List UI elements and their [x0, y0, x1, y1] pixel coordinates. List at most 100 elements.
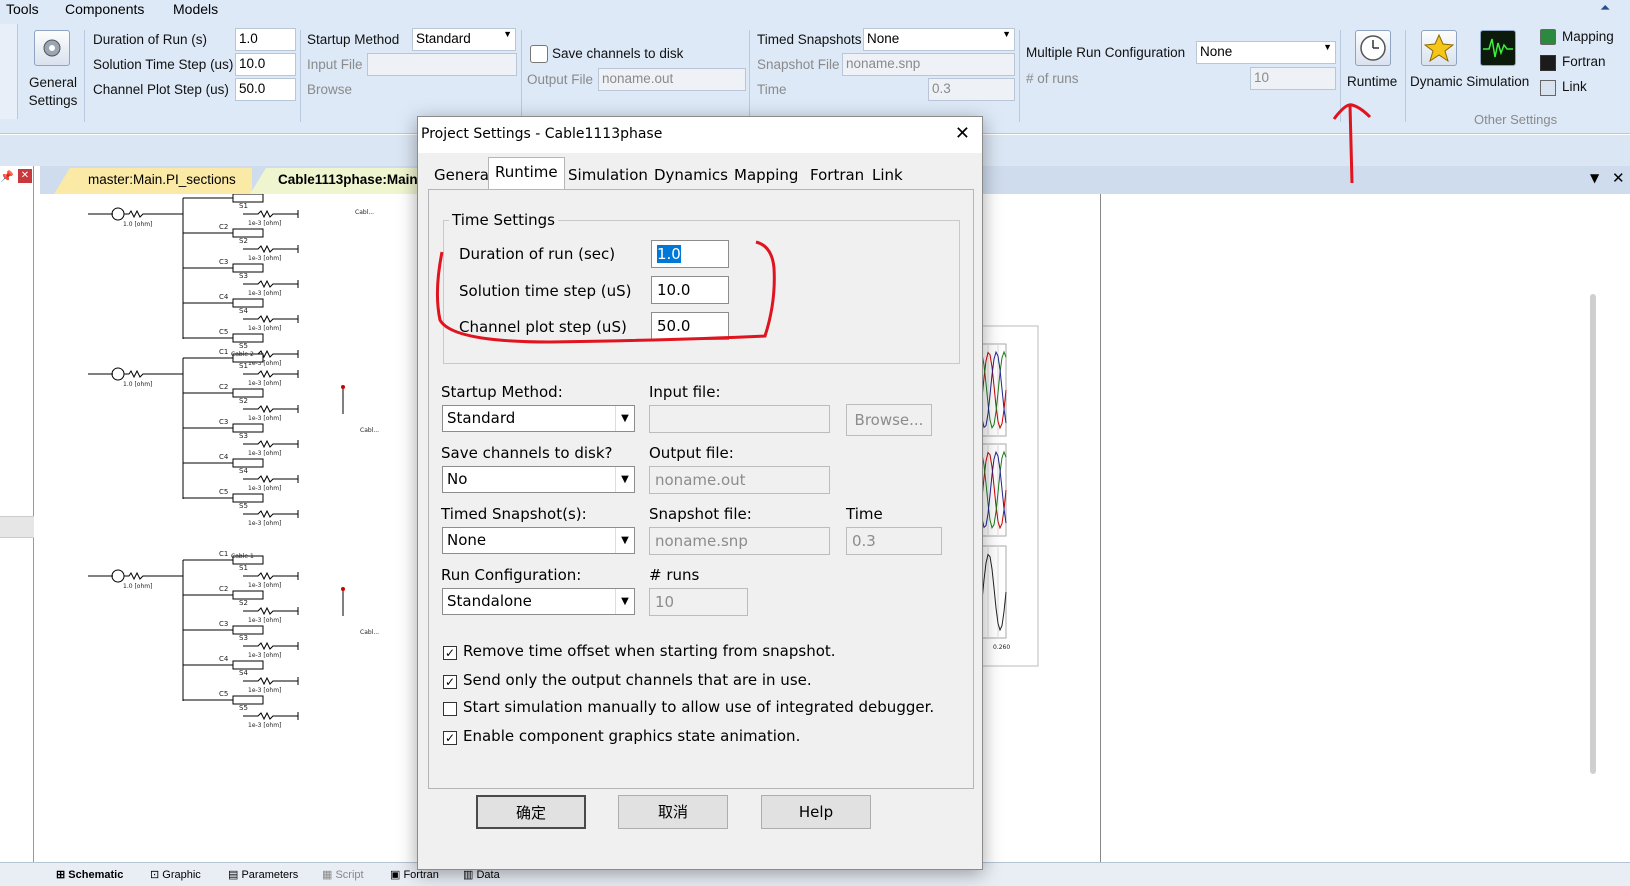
load-resistor	[243, 209, 298, 219]
ribbon-multi-run-select[interactable]: None ▼	[1196, 41, 1336, 64]
load-resistor	[243, 509, 298, 519]
star-icon[interactable]	[1421, 30, 1457, 66]
tab-dynamics[interactable]: Dynamics	[648, 161, 734, 189]
cable-terminal	[232, 263, 264, 273]
close-icon[interactable]: ✕	[955, 123, 970, 144]
mapping-icon	[1540, 29, 1556, 45]
chevron-down-icon: ▼	[1323, 42, 1332, 52]
dynamic-simulation-button[interactable]: Dynamic Simulation	[1410, 74, 1529, 89]
load-resistor	[243, 676, 298, 686]
doc-tab-master[interactable]: master:Main.PI_sections	[54, 168, 252, 194]
cancel-button[interactable]: 取消	[618, 795, 728, 829]
input-file-input	[649, 405, 830, 433]
source-resistor	[124, 209, 183, 219]
chevron-down-icon: ▼	[1002, 29, 1011, 39]
tab-simulation[interactable]: Simulation	[562, 161, 654, 189]
conductor-label: C3	[219, 258, 228, 266]
conductor-label: C5	[219, 690, 228, 698]
source-resistor	[124, 571, 183, 581]
ribbon-timed-snapshots-select[interactable]: None ▼	[863, 28, 1015, 51]
startup-method-select[interactable]: Standard ▼	[442, 405, 635, 432]
save-channels-label: Save channels to disk?	[441, 444, 613, 462]
conductor-label: C2	[219, 383, 228, 391]
tab-close-icon[interactable]: ✕	[1612, 169, 1625, 187]
chevron-down-icon: ▼	[615, 589, 634, 614]
tab-mapping[interactable]: Mapping	[728, 161, 804, 189]
ribbon-snapshot-file-input: noname.snp	[842, 53, 1015, 76]
scrollbar-thumb[interactable]	[1590, 294, 1596, 774]
view-tab-schematic[interactable]: ⊞ Schematic	[56, 868, 123, 881]
view-tab-graphic[interactable]: ⊡ Graphic	[150, 868, 201, 881]
close-icon[interactable]: ✕	[18, 169, 32, 183]
ribbon-time-input: 0.3	[928, 78, 1015, 101]
snapshot-file-label: Snapshot file:	[649, 505, 752, 523]
load-label: 1e-3 [ohm]	[248, 687, 281, 694]
load-label: 1e-3 [ohm]	[248, 220, 281, 227]
help-button[interactable]: Help	[761, 795, 871, 829]
ribbon-timestep-input[interactable]: 10.0	[235, 53, 296, 76]
checkbox-send-channels[interactable]: ✓	[443, 675, 457, 689]
pin-icon[interactable]: 📌	[0, 170, 14, 183]
load-label: 1e-3 [ohm]	[248, 722, 281, 729]
checkbox-graphics-animation[interactable]: ✓	[443, 731, 457, 745]
tab-runtime[interactable]: Runtime	[488, 157, 565, 190]
menu-models[interactable]: Models	[173, 1, 218, 17]
runtime-button[interactable]: Runtime	[1347, 74, 1397, 89]
general-settings-button[interactable]: General Settings	[28, 74, 78, 110]
ribbon-save-channels-checkbox[interactable]	[530, 45, 548, 63]
view-tab-parameters[interactable]: ▤ Parameters	[228, 868, 298, 881]
conductor-label: C3	[219, 418, 228, 426]
snapshot-file-input: noname.snp	[649, 527, 830, 555]
tab-link[interactable]: Link	[866, 161, 909, 189]
link-button[interactable]: Link	[1562, 79, 1587, 94]
fortran-button[interactable]: Fortran	[1562, 54, 1606, 69]
waveform-icon[interactable]	[1480, 30, 1516, 66]
gear-icon[interactable]	[34, 30, 70, 66]
conductor-label: C5	[219, 488, 228, 496]
cable-terminal	[232, 298, 264, 308]
output-file-label: Output file:	[649, 444, 734, 462]
ac-source-icon	[111, 207, 125, 221]
view-tab-script[interactable]: ▦ Script	[322, 868, 364, 881]
mapping-button[interactable]: Mapping	[1562, 29, 1614, 44]
plot-tick-label: 0.260	[993, 644, 1010, 651]
save-channels-select[interactable]: No ▼	[442, 466, 635, 493]
cable-terminal	[232, 660, 264, 670]
runs-input: 10	[649, 588, 748, 616]
tab-fortran[interactable]: Fortran	[804, 161, 870, 189]
ribbon-input-file-label: Input File	[307, 57, 363, 72]
chevron-down-icon: ▼	[615, 467, 634, 492]
ribbon-collapse-icon[interactable]: ⏶	[1600, 0, 1610, 16]
checkbox-manual-start[interactable]	[443, 702, 457, 716]
ok-button[interactable]: 确定	[476, 795, 586, 829]
load-label: 1e-3 [ohm]	[248, 380, 281, 387]
sheath-label: S5	[239, 342, 248, 350]
run-configuration-select[interactable]: Standalone ▼	[442, 588, 635, 615]
ribbon-browse-button[interactable]: Browse	[307, 82, 352, 97]
ribbon-startup-select[interactable]: Standard ▼	[412, 28, 516, 51]
sheath-label: S1	[239, 564, 248, 572]
ribbon-plotstep-input[interactable]: 50.0	[235, 78, 296, 101]
checkbox-remove-offset[interactable]: ✓	[443, 646, 457, 660]
ribbon-duration-input[interactable]: 1.0	[235, 28, 296, 51]
menu-tools[interactable]: Tools	[6, 1, 39, 17]
ribbon-plotstep-label: Channel Plot Step (us)	[93, 82, 229, 97]
ribbon-timed-snapshots-label: Timed Snapshots	[757, 32, 862, 47]
output-file-input: noname.out	[649, 466, 830, 494]
tab-dropdown-icon[interactable]: ▼	[1590, 171, 1599, 185]
startup-method-label: Startup Method:	[441, 383, 563, 401]
cable-terminal	[232, 228, 264, 238]
ribbon-duration-label: Duration of Run (s)	[93, 32, 208, 47]
browse-button[interactable]: Browse...	[846, 404, 932, 436]
load-label: 1e-3 [ohm]	[248, 255, 281, 262]
ribbon-snapshot-file-label: Snapshot File	[757, 57, 840, 72]
menu-components[interactable]: Components	[65, 1, 144, 17]
run-configuration-label: Run Configuration:	[441, 566, 582, 584]
conductor-label: C1	[219, 348, 228, 356]
menu-bar: Tools Components Models ⏶	[0, 0, 1630, 20]
ac-source-icon	[111, 569, 125, 583]
clock-icon[interactable]	[1355, 30, 1391, 66]
ribbon-time-label: Time	[757, 82, 787, 97]
timed-snapshot-select[interactable]: None ▼	[442, 527, 635, 554]
time-label: Time	[846, 505, 883, 523]
